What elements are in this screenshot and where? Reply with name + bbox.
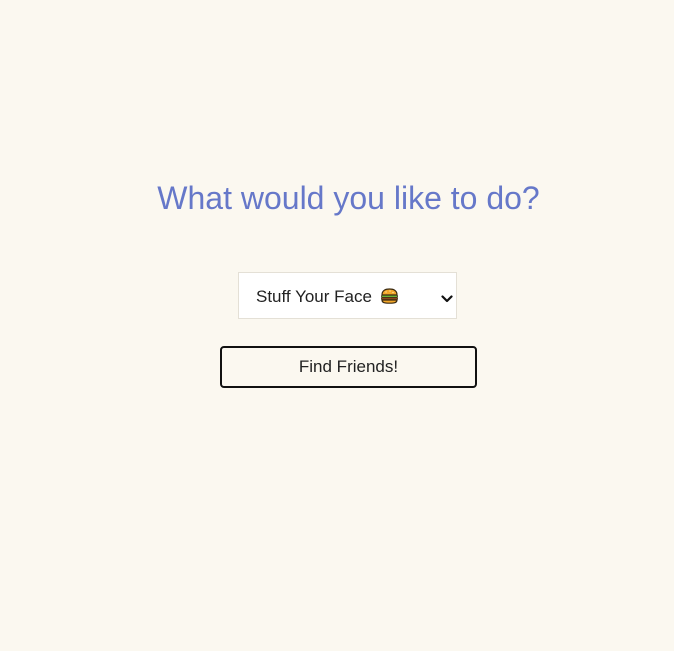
hamburger-icon [380,288,399,304]
activity-select-value: Stuff Your Face [256,287,372,306]
page: { "heading": "What would you like to do?… [0,0,674,651]
find-friends-button[interactable]: Find Friends! [220,346,477,388]
activity-select[interactable]: Stuff Your Face [238,272,457,319]
page-title: What would you like to do? [157,180,540,216]
chevron-down-icon [441,291,453,303]
